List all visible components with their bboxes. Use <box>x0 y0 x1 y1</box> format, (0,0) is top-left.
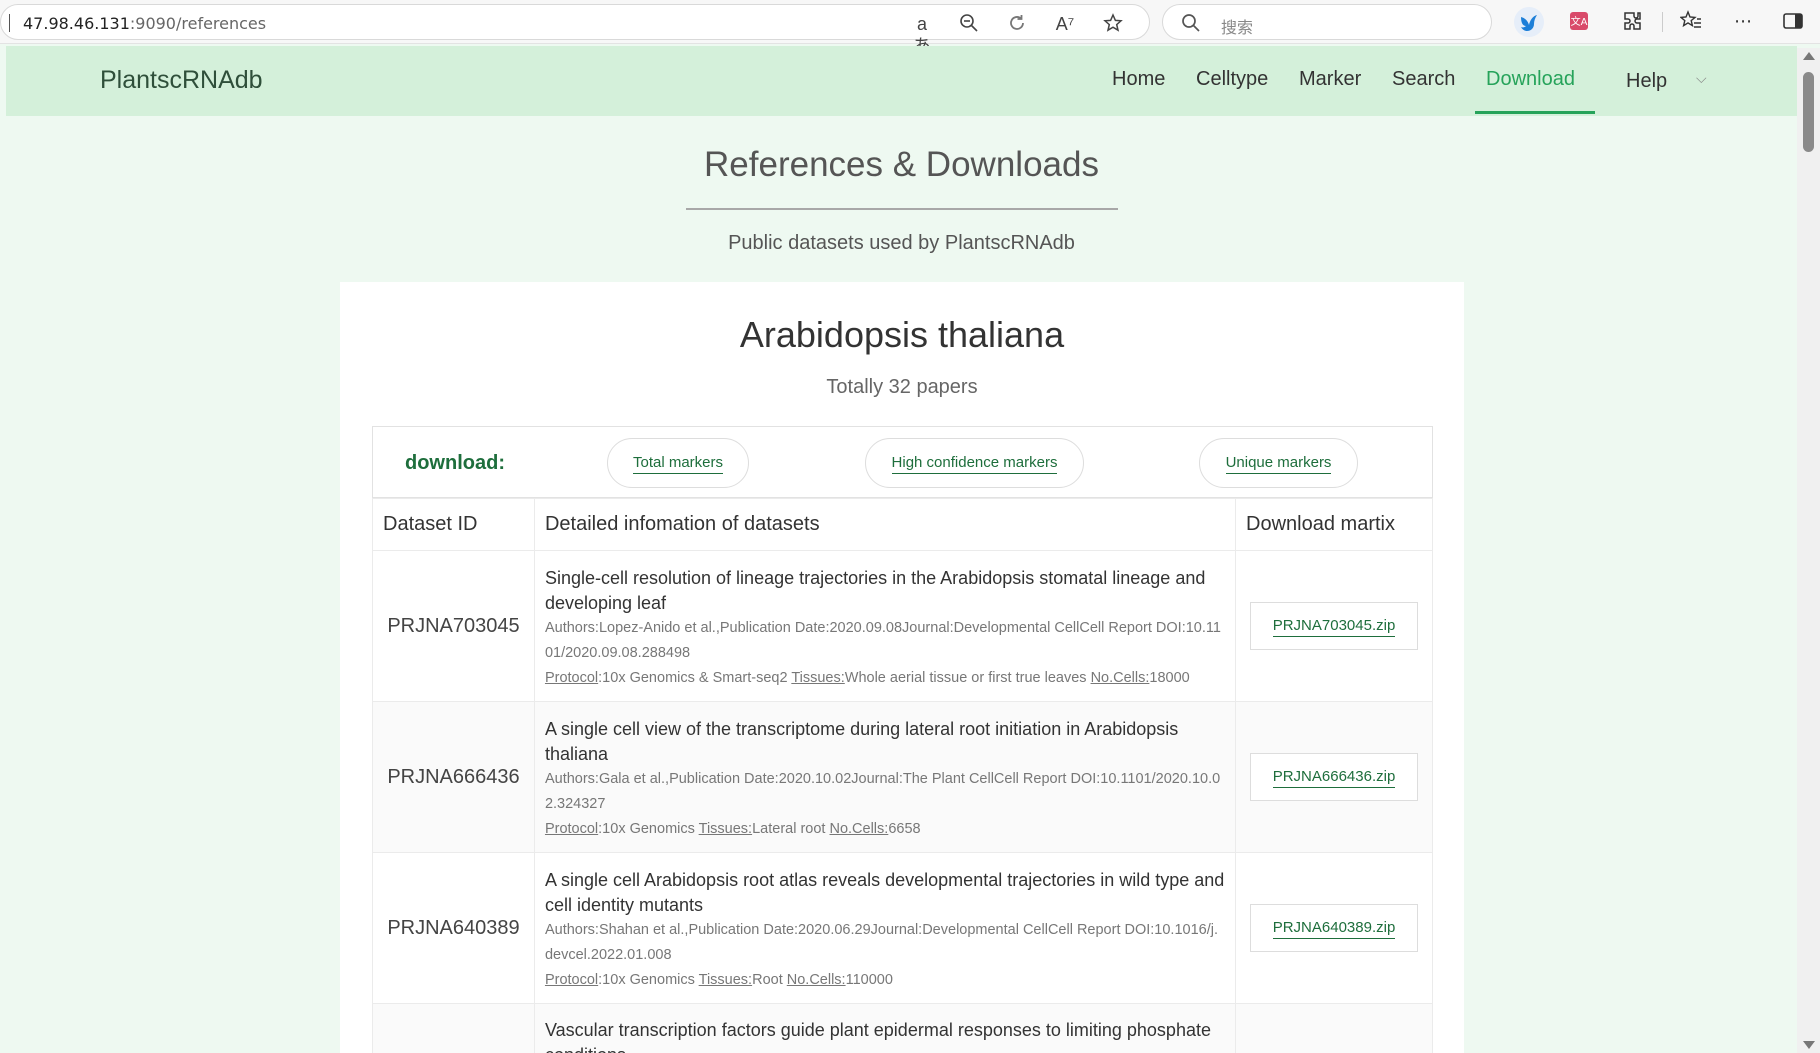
translate-extension-icon[interactable]: 文A <box>1566 8 1592 34</box>
site-navbar: PlantscRNAdb Home Celltype Marker Search… <box>6 46 1797 116</box>
datasets-table: Dataset ID Detailed infomation of datase… <box>372 498 1433 1053</box>
marker-download-bar: download: Total markers High confidence … <box>372 426 1433 498</box>
total-markers-button[interactable]: Total markers <box>607 438 749 488</box>
paper-title: A single cell Arabidopsis root atlas rev… <box>544 869 1225 915</box>
favorite-star-icon[interactable] <box>1102 13 1124 35</box>
search-icon <box>1181 13 1201 33</box>
chevron-down-icon[interactable]: ⌵ <box>1696 70 1707 87</box>
paper-authors: Authors:Shahan et al.,Publication Date:2… <box>544 921 1218 963</box>
text-cursor <box>9 14 10 32</box>
column-header-download: Download martix <box>1235 498 1433 551</box>
dataset-id: PRJNA666436 <box>387 765 520 788</box>
dataset-id: PRJNA703045 <box>387 614 520 637</box>
table-row: PRJNA640389 A single cell Arabidopsis ro… <box>372 852 1433 1004</box>
download-zip-button[interactable]: PRJNA640389.zip <box>1250 904 1419 952</box>
nav-active-indicator <box>1475 111 1595 114</box>
table-row: PRJNA703045 Single-cell resolution of li… <box>372 550 1433 702</box>
download-label: download: <box>405 452 505 474</box>
nav-celltype[interactable]: Celltype <box>1196 68 1268 91</box>
nav-search[interactable]: Search <box>1392 68 1455 91</box>
download-zip-button[interactable]: PRJNA666436.zip <box>1250 753 1419 801</box>
bird-extension-icon[interactable] <box>1514 7 1544 37</box>
paper-title: Vascular transcription factors guide pla… <box>544 1020 1211 1053</box>
species-title: Arabidopsis thaliana <box>739 314 1065 355</box>
read-aloud-icon[interactable]: A⁷ <box>1054 13 1076 35</box>
paper-details: Protocol:10x Genomics Tissues:Root No.Ce… <box>544 971 893 988</box>
url-text: 47.98.46.131:9090/references <box>23 14 267 33</box>
browser-search-input[interactable]: 搜索 <box>1162 4 1492 40</box>
paper-details: Protocol:10x Genomics Tissues:Lateral ro… <box>544 820 921 837</box>
toolbar-divider <box>1662 12 1663 32</box>
nav-help[interactable]: Help <box>1626 70 1667 93</box>
paper-authors: Authors:Gala et al.,Publication Date:202… <box>544 770 1221 812</box>
page-scrollbar[interactable] <box>1797 48 1820 1053</box>
table-row: Vascular transcription factors guide pla… <box>372 1003 1433 1053</box>
high-confidence-markers-button[interactable]: High confidence markers <box>865 438 1084 488</box>
table-row: PRJNA666436 A single cell view of the tr… <box>372 701 1433 853</box>
search-placeholder: 搜索 <box>1221 18 1254 37</box>
species-card: Arabidopsis thaliana Totally 32 papers d… <box>340 282 1464 1053</box>
paper-authors: Authors:Lopez-Anido et al.,Publication D… <box>544 619 1221 661</box>
scroll-up-arrow-icon[interactable] <box>1803 52 1815 60</box>
svg-text:文A: 文A <box>1571 15 1588 28</box>
translate-icon[interactable]: aあ <box>911 13 933 56</box>
zoom-out-icon[interactable] <box>958 13 980 35</box>
refresh-page-icon[interactable] <box>1006 13 1028 35</box>
dataset-id: PRJNA640389 <box>387 916 520 939</box>
nav-marker[interactable]: Marker <box>1299 68 1361 91</box>
site-brand[interactable]: PlantscRNAdb <box>100 66 263 95</box>
table-header-row: Dataset ID Detailed infomation of datase… <box>372 498 1433 551</box>
download-zip-button[interactable]: PRJNA703045.zip <box>1250 602 1419 650</box>
browser-toolbar: 47.98.46.131:9090/references aあ A⁷ 搜索 文A… <box>0 0 1820 56</box>
paper-count: Totally 32 papers <box>826 376 978 398</box>
unique-markers-button[interactable]: Unique markers <box>1199 438 1358 488</box>
page-title: References & Downloads <box>704 145 1099 184</box>
title-divider <box>686 208 1118 210</box>
column-header-dataset-id: Dataset ID <box>372 498 535 551</box>
paper-title: A single cell view of the transcriptome … <box>544 718 1179 764</box>
paper-details: Protocol:10x Genomics & Smart-seq2 Tissu… <box>544 669 1190 686</box>
nav-home[interactable]: Home <box>1112 68 1165 91</box>
paper-title: Single-cell resolution of lineage trajec… <box>544 567 1206 613</box>
favorites-icon[interactable] <box>1678 8 1704 34</box>
page-subtitle: Public datasets used by PlantscRNAdb <box>728 232 1075 254</box>
scrollbar-thumb[interactable] <box>1803 72 1814 152</box>
extensions-icon[interactable] <box>1620 8 1646 34</box>
nav-download[interactable]: Download <box>1486 68 1575 91</box>
address-bar[interactable]: 47.98.46.131:9090/references aあ A⁷ <box>0 4 1150 56</box>
sidebar-toggle-icon[interactable] <box>1780 8 1806 34</box>
more-options-icon[interactable]: ⋯ <box>1730 8 1756 34</box>
column-header-details: Detailed infomation of datasets <box>533 498 1237 551</box>
scroll-down-arrow-icon[interactable] <box>1803 1041 1815 1049</box>
